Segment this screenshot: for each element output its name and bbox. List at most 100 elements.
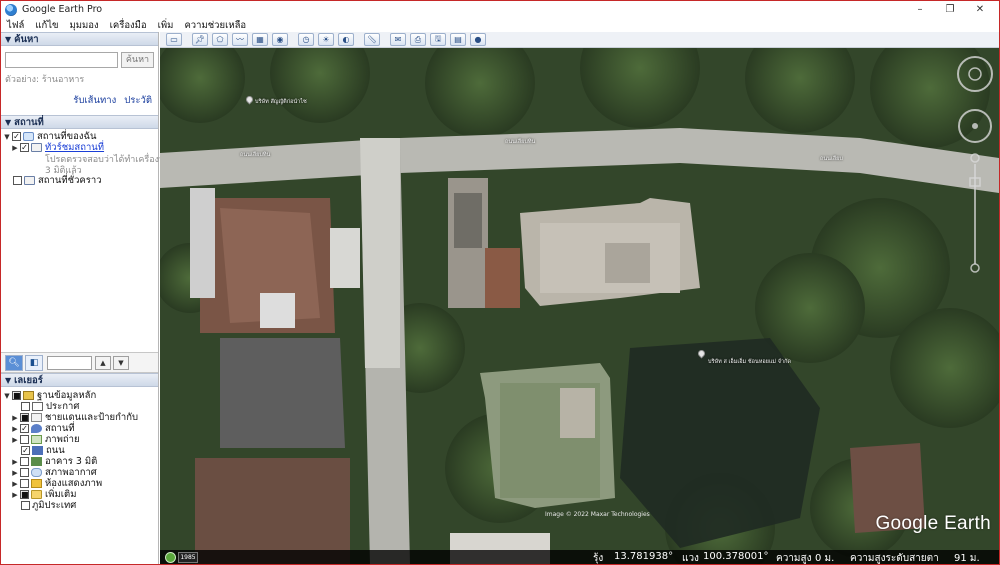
print-icon[interactable]: ⎙ — [410, 33, 426, 46]
layer-row[interactable]: ▼ ■ ฐานข้อมูลหลัก — [1, 390, 158, 401]
move-down-icon[interactable]: ▼ — [113, 355, 129, 370]
panel-toggle-icon[interactable]: ◧ — [25, 354, 43, 371]
places-filter-input[interactable] — [47, 355, 92, 370]
latitude-value: 13.781938° — [614, 551, 674, 562]
tree-row-temp-places[interactable]: สถานที่ชั่วคราว — [1, 175, 158, 186]
road-label: ถนนเลียบทิน — [240, 152, 271, 158]
search-links: รับเส้นทาง ประวัติ — [1, 93, 152, 108]
expand-icon[interactable]: ▶ — [11, 436, 19, 444]
folder-icon — [31, 143, 42, 152]
menu-file[interactable]: ไฟล์ — [7, 18, 24, 33]
checkbox[interactable] — [20, 468, 29, 477]
map-place-label[interactable]: บริษัท สัญญัติก่อนำไซ — [255, 98, 307, 106]
road-label: ถนนเลียบทิน — [505, 139, 536, 145]
layers-tree: ▼ ■ ฐานข้อมูลหลัก ประกาศ ▶ ■ ชายแดนและป้… — [1, 387, 158, 511]
menu-add[interactable]: เพิ่ม — [158, 18, 174, 33]
expand-icon[interactable]: ▶ — [11, 491, 19, 499]
checkbox[interactable] — [20, 457, 29, 466]
places-panel-header[interactable]: ▼ สถานที่ — [1, 115, 158, 129]
layers-panel-header[interactable]: ▼ เลเยอร์ — [1, 373, 158, 387]
polygon-icon[interactable]: ⬠ — [212, 33, 228, 46]
search-panel-header[interactable]: ▼ ค้นหา — [1, 32, 158, 46]
search-places-icon[interactable]: 🔍︎ — [5, 354, 23, 371]
map-place-label[interactable]: บริษัท ส เอ็มเอ็ม ช้อนหอยแม่ จำกัด — [708, 358, 791, 366]
overview-map-icon[interactable] — [165, 552, 176, 563]
folder-icon — [24, 176, 35, 185]
checkbox[interactable] — [20, 435, 29, 444]
layer-row[interactable]: ▶ ภาพถ่าย — [1, 434, 158, 445]
checkbox[interactable] — [21, 501, 30, 510]
search-hint: ตัวอย่าง: ร้านอาหาร — [5, 75, 85, 85]
search-input[interactable] — [5, 52, 118, 68]
move-up-icon[interactable]: ▲ — [95, 355, 111, 370]
eye-altitude-value: 91 ม. — [954, 553, 980, 564]
expand-icon[interactable]: ▶ — [11, 458, 19, 466]
imagery-year[interactable]: 1985 — [178, 552, 198, 563]
historical-imagery-icon[interactable]: ◷ — [298, 33, 314, 46]
sidebar-toggle-icon[interactable]: ▭ — [166, 33, 182, 46]
expand-icon[interactable]: ▶ — [11, 414, 19, 422]
checkbox[interactable] — [20, 479, 29, 488]
layers-stack-icon — [23, 391, 34, 400]
close-button[interactable]: ✕ — [965, 1, 995, 18]
save-image-icon[interactable]: 🖫 — [430, 33, 446, 46]
weather-icon — [31, 468, 42, 477]
get-directions-link[interactable]: รับเส้นทาง — [73, 95, 116, 106]
checkbox[interactable]: ✓ — [12, 132, 21, 141]
compass-ring-icon[interactable] — [957, 56, 993, 92]
places-pin-icon — [31, 424, 42, 433]
checkbox[interactable]: ✓ — [20, 424, 29, 433]
menu-view[interactable]: มุมมอง — [69, 18, 98, 33]
planets-icon[interactable]: ◐ — [338, 33, 354, 46]
view-in-maps-icon[interactable]: ▤ — [450, 33, 466, 46]
checkbox[interactable] — [13, 176, 22, 185]
navigation-controls[interactable] — [955, 54, 995, 284]
collapse-triangle-icon[interactable]: ▼ — [5, 35, 11, 44]
expand-icon[interactable]: ▶ — [11, 480, 19, 488]
window-title: Google Earth Pro — [22, 4, 103, 15]
places-panel-title: สถานที่ — [14, 116, 44, 128]
satellite-imagery — [160, 48, 999, 564]
record-tour-icon[interactable]: ◉ — [272, 33, 288, 46]
earth-gallery-icon[interactable]: ● — [470, 33, 486, 46]
layer-row[interactable]: ▶ ห้องแสดงภาพ — [1, 478, 158, 489]
expand-icon[interactable]: ▶ — [11, 469, 19, 477]
checkbox[interactable] — [21, 402, 30, 411]
panel-tool-row: 🔍︎ ◧ ▲ ▼ — [1, 353, 158, 373]
expand-icon[interactable]: ▶ — [11, 425, 19, 433]
map-view[interactable]: บริษัท สัญญัติก่อนำไซ ถนนเลียบทิน ถนนเลี… — [160, 48, 999, 564]
menu-help[interactable]: ความช่วยเหลือ — [184, 18, 246, 33]
checkbox[interactable]: ■ — [20, 413, 29, 422]
announcement-icon — [32, 402, 43, 411]
minimize-button[interactable]: – — [905, 1, 935, 18]
menu-bar: ไฟล์ แก้ไข มุมมอง เครื่องมือ เพิ่ม ความช… — [1, 18, 999, 32]
zoom-in-icon[interactable] — [970, 153, 980, 163]
path-icon[interactable]: 〰 — [232, 33, 248, 46]
image-overlay-icon[interactable]: ▦ — [252, 33, 268, 46]
layer-row[interactable]: ▶ ■ ชายแดนและป้ายกำกับ — [1, 412, 158, 423]
checkbox[interactable]: ✓ — [21, 446, 30, 455]
photos-icon — [31, 435, 42, 444]
checkbox[interactable]: ■ — [12, 391, 21, 400]
menu-edit[interactable]: แก้ไข — [35, 18, 58, 33]
earth-places-icon — [23, 132, 34, 141]
collapse-triangle-icon[interactable]: ▼ — [5, 118, 11, 127]
collapse-triangle-icon[interactable]: ▼ — [5, 376, 11, 385]
placemark-icon[interactable]: 📌︎ — [192, 33, 208, 46]
maximize-button[interactable]: ❐ — [935, 1, 965, 18]
email-icon[interactable]: ✉ — [390, 33, 406, 46]
layer-row[interactable]: ภูมิประเทศ — [1, 500, 158, 511]
longitude-label: แวง — [682, 553, 699, 564]
expand-icon[interactable]: ▼ — [3, 392, 11, 400]
search-button[interactable]: ค้นหา — [121, 52, 154, 68]
history-link[interactable]: ประวัติ — [124, 95, 152, 106]
menu-tools[interactable]: เครื่องมือ — [110, 18, 147, 33]
checkbox[interactable]: ✓ — [20, 143, 29, 152]
ruler-icon[interactable]: 📏︎ — [364, 33, 380, 46]
expand-icon[interactable]: ▼ — [3, 133, 11, 141]
eye-altitude-label: ความสูงระดับสายตา — [850, 553, 939, 564]
checkbox[interactable]: ■ — [20, 490, 29, 499]
zoom-out-icon[interactable] — [970, 263, 980, 273]
sunlight-icon[interactable]: ☀ — [318, 33, 334, 46]
expand-icon[interactable]: ▶ — [11, 144, 19, 152]
